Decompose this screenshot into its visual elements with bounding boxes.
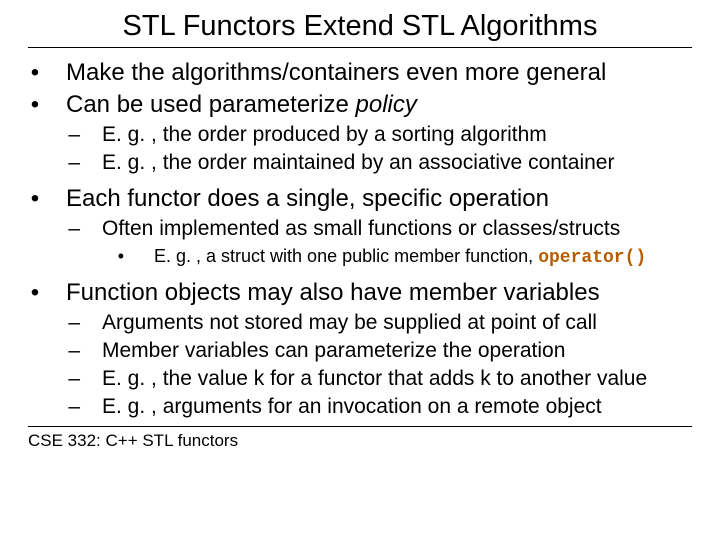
bullet-4: • Function objects may also have member … <box>28 278 692 308</box>
bullet-dash-icon: – <box>58 150 80 176</box>
bullet-4-sub-1: – Arguments not stored may be supplied a… <box>28 310 692 336</box>
bullet-3: • Each functor does a single, specific o… <box>28 184 692 214</box>
bullet-4-sub-4: – E. g. , arguments for an invocation on… <box>28 394 692 420</box>
bullet-dot-icon: • <box>106 244 124 268</box>
bullet-dash-icon: – <box>58 338 80 364</box>
footer-text: CSE 332: C++ STL functors <box>28 431 692 451</box>
bullet-3-sub-1-sub-1: • E. g. , a struct with one public membe… <box>28 244 692 270</box>
bullet-dot-icon: • <box>28 184 42 214</box>
bullet-dash-icon: – <box>58 366 80 392</box>
bullet-dash-icon: – <box>58 122 80 148</box>
bullet-2-sub-1-text: E. g. , the order produced by a sorting … <box>102 122 547 148</box>
bullet-4-sub-3-text: E. g. , the value k for a functor that a… <box>102 366 647 392</box>
bullet-dot-icon: • <box>28 278 42 308</box>
bullet-4-sub-4-text: E. g. , arguments for an invocation on a… <box>102 394 602 420</box>
bullet-3-sub-1-sub-1-text: E. g. , a struct with one public member … <box>154 244 646 270</box>
bullet-1: • Make the algorithms/containers even mo… <box>28 58 692 88</box>
bullet-4-sub-3: – E. g. , the value k for a functor that… <box>28 366 692 392</box>
bullet-dash-icon: – <box>58 310 80 336</box>
bullet-dash-icon: – <box>58 394 80 420</box>
bullet-3-sub-1-text: Often implemented as small functions or … <box>102 216 620 242</box>
bullet-2: • Can be used parameterize policy <box>28 90 692 120</box>
bullet-4-text: Function objects may also have member va… <box>66 278 600 308</box>
bullet-2-sub-2: – E. g. , the order maintained by an ass… <box>28 150 692 176</box>
slide: STL Functors Extend STL Algorithms • Mak… <box>0 0 720 451</box>
bullet-3-sub-1: – Often implemented as small functions o… <box>28 216 692 242</box>
bullet-dot-icon: • <box>28 90 42 120</box>
bullet-4-sub-1-text: Arguments not stored may be supplied at … <box>102 310 597 336</box>
footer-rule <box>28 426 692 427</box>
bullet-4-sub-2-text: Member variables can parameterize the op… <box>102 338 565 364</box>
bullet-2-sub-1: – E. g. , the order produced by a sortin… <box>28 122 692 148</box>
bullet-2-sub-2-text: E. g. , the order maintained by an assoc… <box>102 150 614 176</box>
title-rule <box>28 47 692 48</box>
bullet-dash-icon: – <box>58 216 80 242</box>
bullet-2-text: Can be used parameterize policy <box>66 90 417 120</box>
bullet-4-sub-2: – Member variables can parameterize the … <box>28 338 692 364</box>
slide-title: STL Functors Extend STL Algorithms <box>28 10 692 43</box>
bullet-dot-icon: • <box>28 58 42 88</box>
bullet-1-text: Make the algorithms/containers even more… <box>66 58 606 88</box>
bullet-3-text: Each functor does a single, specific ope… <box>66 184 549 214</box>
